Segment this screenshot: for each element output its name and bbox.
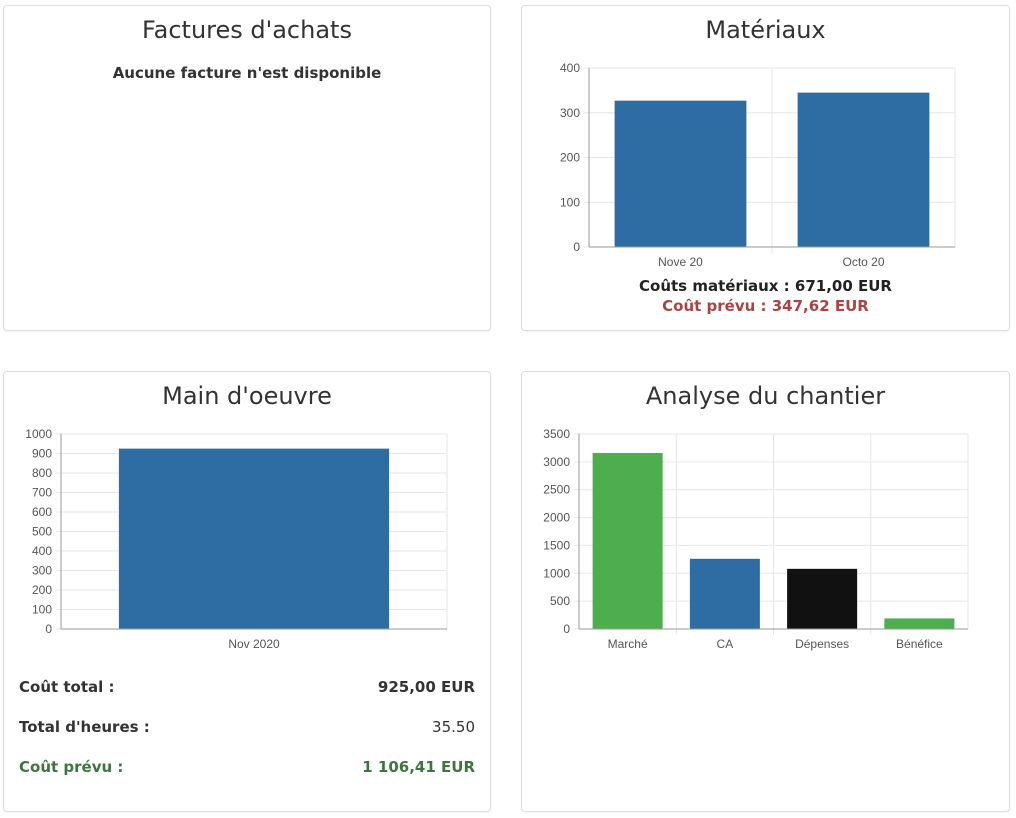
y-tick-label: 300 — [32, 564, 52, 578]
bar-d-penses — [787, 568, 858, 629]
labor-hours-label: Total d'heures : — [19, 718, 150, 736]
materials-panel: Matériaux 0 100 200 300 400 Nove 20 Octo 20 Co… — [521, 5, 1010, 331]
x-tick-label: Marché — [608, 637, 648, 651]
purchase-invoices-panel: Factures d'achats Aucune facture n'est d… — [3, 5, 491, 331]
y-tick-label: 400 — [32, 544, 52, 558]
bar-nove-20 — [614, 100, 747, 247]
y-tick-label: 500 — [550, 594, 570, 608]
purchase-invoices-title: Factures d'achats — [142, 16, 352, 44]
y-tick-label: 2500 — [543, 483, 570, 497]
labor-total-cost-row: Coût total : 925,00 EUR — [19, 676, 475, 698]
bar-ca — [689, 558, 760, 629]
labor-panel: Main d'oeuvre 0 100 200 300 400 500 600 700 800 9… — [3, 371, 491, 812]
labor-total-cost-value: 925,00 EUR — [377, 678, 475, 696]
y-tick-label: 500 — [32, 525, 52, 539]
bar-octo-20 — [797, 92, 930, 247]
x-tick-label: Nov 2020 — [228, 637, 280, 651]
y-tick-label: 1000 — [25, 427, 52, 441]
bar-march- — [592, 452, 663, 629]
x-tick-label: Dépenses — [795, 637, 849, 651]
materials-chart: 0 100 200 300 400 Nove 20 Octo 20 — [560, 61, 956, 269]
labor-total-cost-label: Coût total : — [19, 678, 115, 696]
x-tick-label: CA — [717, 637, 734, 651]
labor-planned-cost-value: 1 106,41 EUR — [362, 758, 475, 776]
y-tick-label: 200 — [560, 151, 580, 165]
x-tick-label: Bénéfice — [896, 637, 943, 651]
bar-b-n-fice — [884, 618, 955, 629]
y-tick-label: 2000 — [543, 511, 570, 525]
labor-chart: 0 100 200 300 400 500 600 700 800 900 1000 Nov 2020 — [25, 427, 448, 651]
y-tick-label: 800 — [32, 466, 52, 480]
x-tick-label: Nove 20 — [658, 255, 703, 269]
labor-hours-row: Total d'heures : 35.50 — [19, 716, 475, 738]
y-tick-label: 600 — [32, 505, 52, 519]
y-tick-label: 1000 — [543, 566, 570, 580]
materials-cost: Coûts matériaux : 671,00 EUR — [639, 277, 892, 295]
no-invoices-message: Aucune facture n'est disponible — [112, 64, 382, 82]
y-tick-label: 0 — [563, 622, 570, 636]
y-tick-label: 300 — [560, 106, 580, 120]
y-tick-label: 400 — [560, 61, 580, 75]
y-tick-label: 3500 — [543, 427, 570, 441]
y-tick-label: 100 — [32, 603, 52, 617]
y-tick-label: 0 — [45, 622, 52, 636]
y-tick-label: 3000 — [543, 455, 570, 469]
y-tick-label: 900 — [32, 447, 52, 461]
y-tick-label: 700 — [32, 486, 52, 500]
x-tick-label: Octo 20 — [842, 255, 884, 269]
labor-planned-cost-row: Coût prévu : 1 106,41 EUR — [19, 756, 475, 778]
site-analysis-panel: Analyse du chantier 0 500 1000 1500 2000 2500… — [521, 371, 1010, 812]
y-tick-label: 1500 — [543, 538, 570, 552]
y-tick-label: 0 — [573, 240, 580, 254]
labor-hours-value: 35.50 — [432, 718, 475, 736]
y-tick-label: 200 — [32, 583, 52, 597]
y-tick-label: 100 — [560, 195, 580, 209]
bar-nov-2020 — [118, 448, 390, 629]
labor-planned-cost-label: Coût prévu : — [19, 758, 124, 776]
materials-planned-cost: Coût prévu : 347,62 EUR — [662, 297, 869, 315]
site-analysis-chart: 0 500 1000 1500 2000 2500 3000 3500 Marché CA Dépe… — [543, 427, 969, 651]
